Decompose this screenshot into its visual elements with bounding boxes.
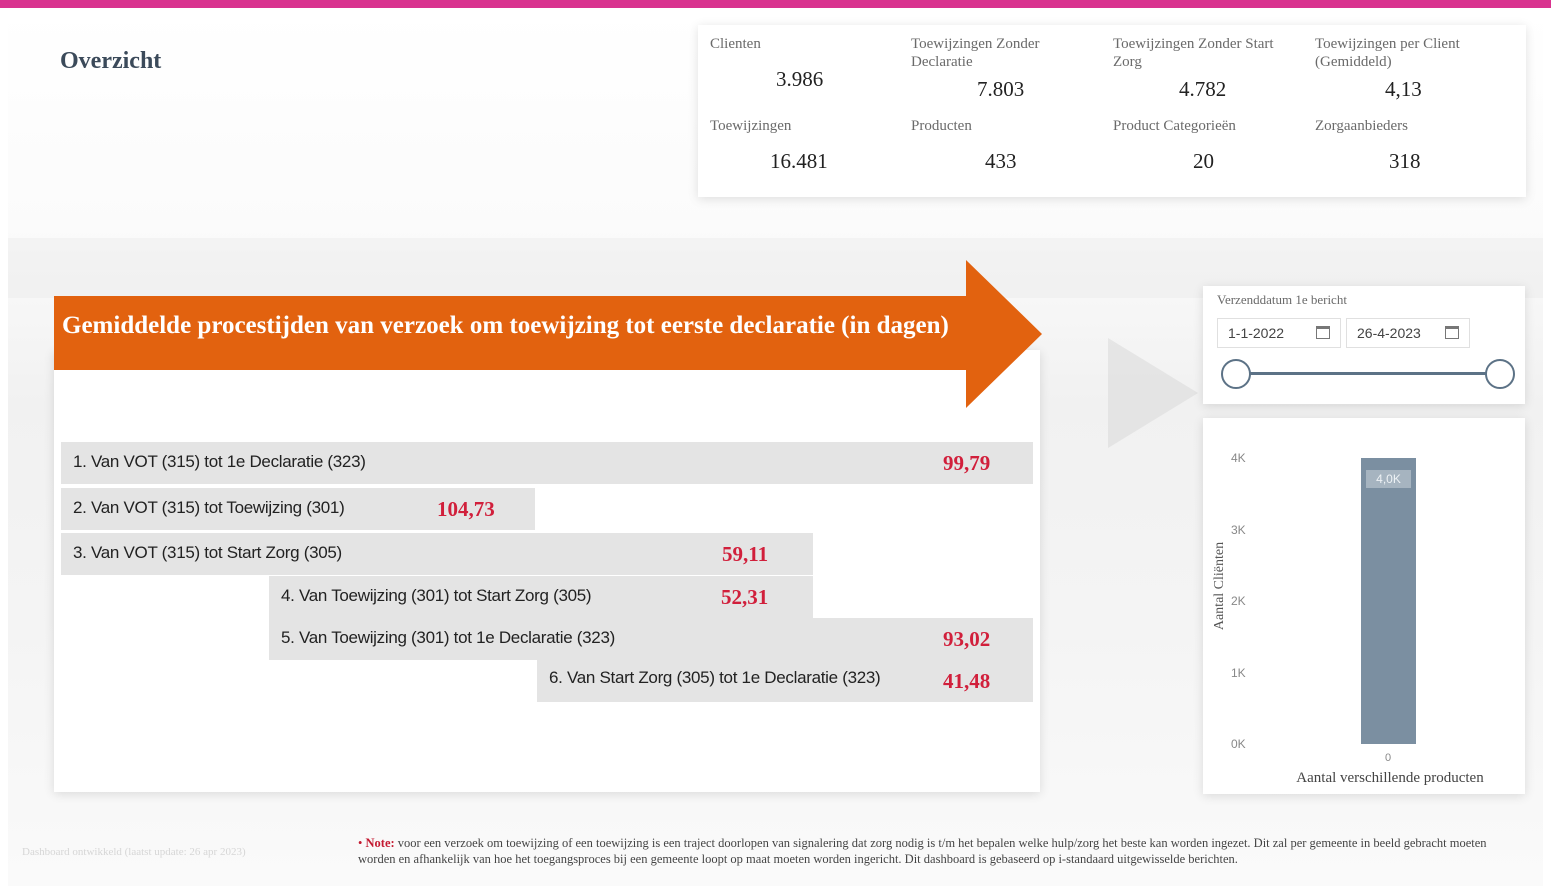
process-row[interactable]: 4. Van Toewijzing (301) tot Start Zorg (… [269, 576, 813, 618]
process-row[interactable]: 5. Van Toewijzing (301) tot 1e Declarati… [269, 618, 1033, 660]
process-row-label: 3. Van VOT (315) tot Start Zorg (305) [73, 543, 342, 562]
process-row-value: 99,79 [943, 451, 991, 475]
kpi-zorgaanbieders[interactable]: Zorgaanbieders 318 [1315, 117, 1495, 173]
process-times-card: 1. Van VOT (315) tot 1e Declaratie (323)… [54, 350, 1040, 792]
process-row-value: 41,48 [943, 669, 991, 693]
kpi-product-categorieen[interactable]: Product Categorieën 20 [1113, 117, 1293, 173]
kpi-label: Producten [911, 118, 972, 134]
kpi-toewijzingen-per-client[interactable]: Toewijzingen per Client (Gemiddeld) 4,13 [1315, 35, 1495, 101]
y-tick-label: 0K [1231, 737, 1246, 751]
kpi-producten[interactable]: Producten 433 [911, 117, 1091, 173]
y-tick-label: 3K [1231, 522, 1246, 537]
process-row-label: 2. Van VOT (315) tot Toewijzing (301) [73, 498, 345, 517]
y-tick-label: 2K [1231, 594, 1246, 608]
kpi-label: Toewijzingen Zonder Start Zorg [1113, 36, 1274, 70]
end-date-input[interactable]: 26-4-2023 [1346, 318, 1470, 348]
process-row-label: 6. Van Start Zorg (305) tot 1e Declarati… [549, 668, 881, 687]
page-title: Overzicht [60, 48, 162, 74]
process-row[interactable]: 6. Van Start Zorg (305) tot 1e Declarati… [537, 658, 1033, 702]
kpi-value: 4,13 [1385, 77, 1422, 101]
chart-bar[interactable] [1361, 458, 1416, 744]
start-date-input[interactable]: 1-1-2022 [1217, 318, 1341, 348]
process-row-value: 52,31 [721, 585, 769, 609]
kpi-value: 318 [1389, 149, 1421, 173]
kpi-label: Toewijzingen per Client (Gemiddeld) [1315, 36, 1460, 70]
footer-note: • Note: voor een verzoek om toewijzing o… [358, 835, 1526, 867]
bar-data-label: 4,0K [1366, 470, 1411, 488]
date-slider-track[interactable] [1235, 372, 1501, 375]
kpi-value: 3.986 [776, 67, 824, 91]
kpi-label: Zorgaanbieders [1315, 118, 1409, 134]
date-range-slicer[interactable]: Verzenddatum 1e bericht 1-1-2022 26-4-20… [1203, 286, 1525, 404]
start-date-value: 1-1-2022 [1228, 325, 1285, 341]
x-tick-label: 0 [1385, 752, 1392, 764]
end-date-value: 26-4-2023 [1357, 325, 1421, 341]
x-axis-title: Aantal verschillende producten [1296, 770, 1484, 786]
background-shape [1108, 338, 1198, 448]
process-heading-arrow: Gemiddelde procestijden van verzoek om t… [54, 260, 1044, 408]
kpi-value: 7.803 [977, 77, 1025, 101]
process-row[interactable]: 1. Van VOT (315) tot 1e Declaratie (323)… [61, 442, 1033, 484]
date-slider-end-handle[interactable] [1485, 359, 1515, 389]
calendar-icon[interactable] [1316, 326, 1330, 339]
y-tick-label: 1K [1231, 665, 1246, 680]
footer-note-text: voor een verzoek om toewijzing of een to… [358, 836, 1487, 866]
process-row-value: 104,73 [437, 497, 495, 521]
y-axis-title: Aantal Cliënten [1212, 541, 1227, 631]
process-heading: Gemiddelde procestijden van verzoek om t… [62, 312, 949, 339]
process-row-value: 93,02 [943, 627, 991, 651]
kpi-label: Toewijzingen [710, 118, 792, 134]
kpi-value: 433 [985, 149, 1017, 173]
calendar-icon[interactable] [1445, 326, 1459, 339]
kpi-value: 16.481 [770, 149, 828, 173]
process-row-label: 1. Van VOT (315) tot 1e Declaratie (323) [73, 452, 366, 471]
kpi-value: 20 [1193, 149, 1214, 173]
kpi-label: Toewijzingen Zonder Declaratie [911, 36, 1040, 70]
process-row-value: 59,11 [722, 542, 769, 566]
process-row-label: 5. Van Toewijzing (301) tot 1e Declarati… [281, 628, 615, 647]
y-tick-label: 4K [1231, 451, 1246, 465]
kpi-toewijzingen-zonder-declaratie[interactable]: Toewijzingen Zonder Declaratie 7.803 [911, 35, 1091, 101]
footer-note-heading: Note: [365, 836, 395, 850]
process-row-label: 4. Van Toewijzing (301) tot Start Zorg (… [281, 586, 592, 605]
process-row[interactable]: 2. Van VOT (315) tot Toewijzing (301) 10… [61, 488, 535, 530]
date-slider-start-handle[interactable] [1221, 359, 1251, 389]
date-filter-label: Verzenddatum 1e bericht [1217, 292, 1347, 307]
kpi-label: Product Categorieën [1113, 118, 1236, 134]
kpi-card[interactable]: Clienten 3.986 Toewijzingen Zonder Decla… [698, 25, 1526, 197]
top-accent-border [0, 0, 1551, 8]
kpi-label: Clienten [710, 36, 761, 52]
footer-update-text: Dashboard ontwikkeld (laatst update: 26 … [22, 846, 246, 858]
clients-bar-chart[interactable]: 0K 1K 2K 3K 4K Aantal Cliënten 4,0K 0 Aantal… [1203, 418, 1525, 794]
kpi-value: 4.782 [1179, 77, 1227, 101]
footer-bullet: • [358, 836, 363, 850]
process-row[interactable]: 3. Van VOT (315) tot Start Zorg (305) 59… [61, 533, 813, 575]
kpi-toewijzingen[interactable]: Toewijzingen 16.481 [710, 117, 890, 173]
kpi-clienten[interactable]: Clienten 3.986 [710, 35, 890, 91]
kpi-toewijzingen-zonder-start-zorg[interactable]: Toewijzingen Zonder Start Zorg 4.782 [1113, 35, 1293, 101]
